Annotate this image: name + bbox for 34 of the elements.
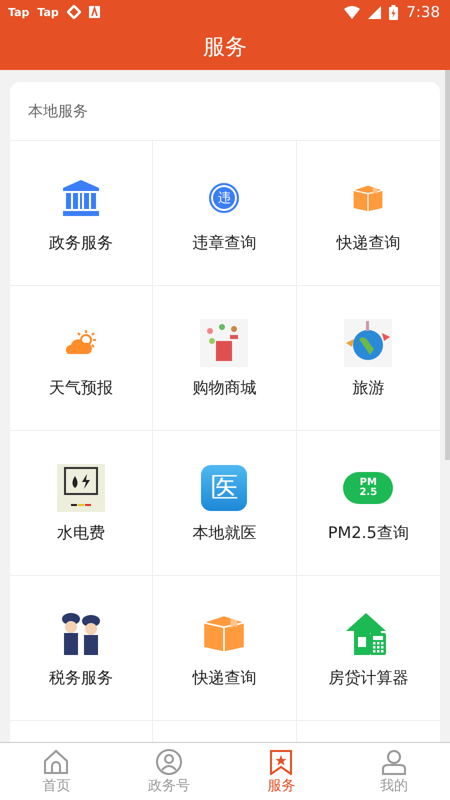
person-circle-icon xyxy=(156,748,182,774)
bookmark-star-icon xyxy=(268,748,294,774)
service-item[interactable]: 快递查询 xyxy=(153,576,297,721)
service-item[interactable]: 房贷计算器 xyxy=(296,576,440,721)
app-icon xyxy=(88,6,100,18)
tab[interactable]: 服务 xyxy=(225,743,338,800)
service-item[interactable]: 水电费 xyxy=(10,431,154,576)
box-icon xyxy=(352,184,384,212)
violation-search-icon: 违 xyxy=(209,182,240,212)
service-item[interactable]: 天气预报 xyxy=(10,286,154,431)
battery-icon xyxy=(389,4,398,20)
service-item[interactable]: 税务服务 xyxy=(10,576,154,721)
service-item[interactable]: 快递查询 xyxy=(296,141,440,286)
user-icon xyxy=(380,748,407,774)
service-item[interactable]: 政务服务 xyxy=(10,141,154,286)
wifi-icon xyxy=(344,6,360,18)
medical-icon: 医 xyxy=(201,464,248,510)
section-title: 本地服务 xyxy=(28,102,88,120)
service-item[interactable]: 违 违章查询 xyxy=(153,141,297,286)
weather-icon xyxy=(65,330,98,356)
page-title: 服务 xyxy=(203,34,247,62)
status-time: 7:38 xyxy=(406,3,440,21)
app-notification-icon: Tap xyxy=(8,6,30,18)
home-icon xyxy=(43,748,70,774)
bank-icon xyxy=(62,180,100,216)
app-notification-icon: Tap xyxy=(37,6,59,18)
service-item[interactable]: 购物商城 xyxy=(153,286,297,431)
signal-icon xyxy=(368,6,382,18)
service-item[interactable]: 旅游 xyxy=(296,286,440,431)
service-item[interactable]: 医 本地就医 xyxy=(153,431,297,576)
cloud-icon: PM 2.5 xyxy=(343,472,394,504)
service-item[interactable]: PM 2.5 PM2.5查询 xyxy=(296,431,440,576)
sync-icon xyxy=(66,5,81,19)
box-icon xyxy=(202,614,246,652)
